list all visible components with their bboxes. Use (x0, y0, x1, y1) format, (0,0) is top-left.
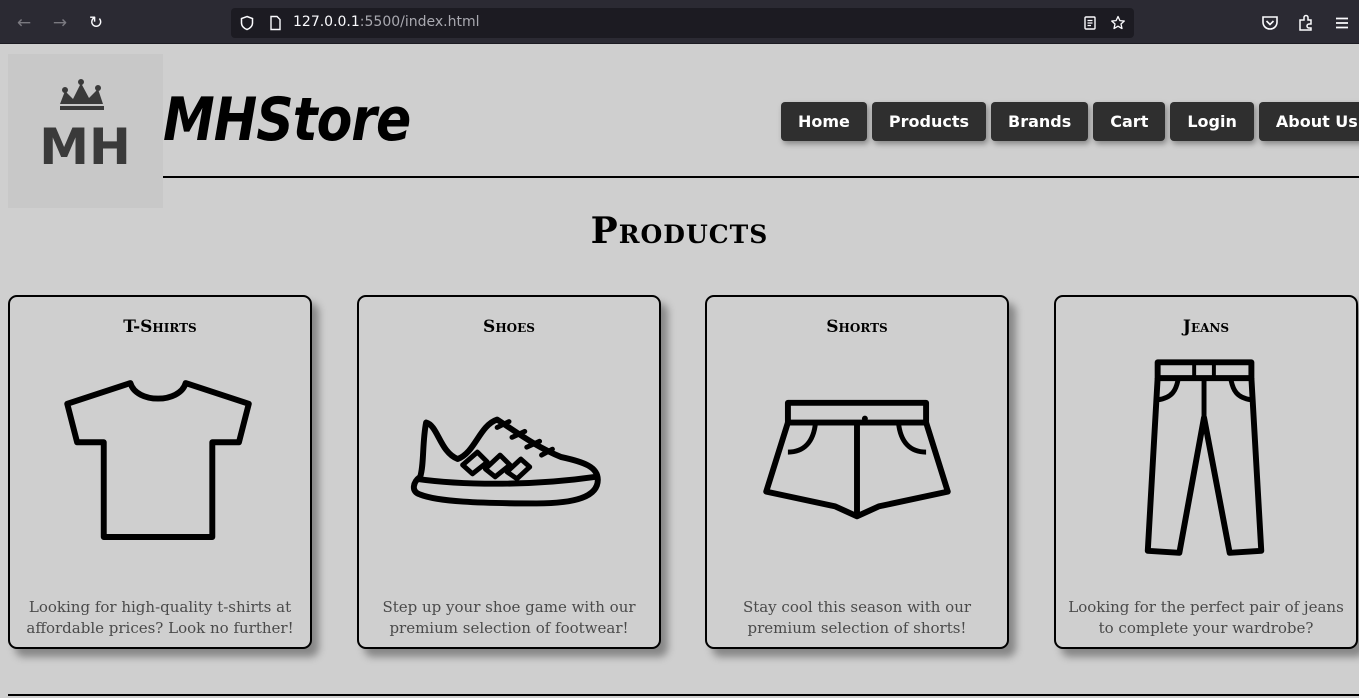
nav-brands[interactable]: Brands (991, 102, 1089, 141)
card-title: Shoes (483, 317, 535, 337)
section-title: Products (590, 210, 769, 252)
reader-view-icon[interactable] (1082, 15, 1098, 31)
product-card-jeans[interactable]: Jeans Looking for the perfect pair of je… (1054, 295, 1358, 649)
main-nav: Home Products Brands Cart Login About Us (781, 102, 1359, 141)
forward-arrow-icon[interactable]: → (49, 12, 71, 34)
shield-icon[interactable] (239, 15, 255, 31)
product-card-tshirts[interactable]: T-Shirts Looking for high-quality t-shir… (8, 295, 312, 649)
back-arrow-icon[interactable]: ← (13, 12, 35, 34)
extensions-icon[interactable] (1295, 12, 1317, 34)
nav-home[interactable]: Home (781, 102, 867, 141)
card-description: Step up your shoe game with our premium s… (382, 598, 636, 637)
pocket-icon[interactable] (1259, 12, 1281, 34)
logo-letters: MH (39, 118, 131, 176)
shoe-icon (410, 416, 601, 507)
site-logo[interactable]: MH (8, 54, 163, 208)
product-card-shorts[interactable]: Shorts Stay cool this season with our pre… (705, 295, 1009, 649)
url-text[interactable]: 127.0.0.1:5500/index.html (293, 14, 480, 30)
page: MH MHStore Home Products Brands Cart Log… (0, 44, 1359, 698)
card-description: Looking for high-quality t-shirts at affo… (26, 598, 294, 637)
shorts-icon (763, 399, 951, 520)
card-title: T-Shirts (123, 317, 197, 337)
bookmark-star-icon[interactable] (1110, 15, 1126, 31)
address-bar[interactable]: 127.0.0.1:5500/index.html (231, 8, 1134, 38)
header-divider (163, 176, 1359, 178)
brand-title: MHStore (163, 86, 411, 155)
nav-products[interactable]: Products (871, 102, 987, 141)
footer-divider (8, 694, 1359, 696)
page-icon (270, 15, 281, 31)
reload-icon[interactable]: ↻ (85, 12, 107, 34)
card-description: Looking for the perfect pair of jeans to … (1068, 598, 1344, 637)
jeans-icon (1144, 359, 1265, 556)
card-title: Jeans (1182, 317, 1230, 337)
card-description: Stay cool this season with our premium se… (742, 598, 972, 637)
product-card-shoes[interactable]: Shoes Step up your shoe game with our pre… (357, 295, 661, 649)
browser-toolbar: ← → ↻ 127.0.0.1:5500/index.html (0, 0, 1359, 44)
nav-cart[interactable]: Cart (1093, 102, 1166, 141)
t-shirt-icon (64, 380, 252, 540)
nav-about-us[interactable]: About Us (1258, 102, 1359, 141)
nav-login[interactable]: Login (1170, 102, 1254, 141)
card-title: Shorts (826, 317, 888, 337)
crown-logo-icon: MH (39, 79, 131, 176)
menu-icon[interactable] (1331, 12, 1353, 34)
